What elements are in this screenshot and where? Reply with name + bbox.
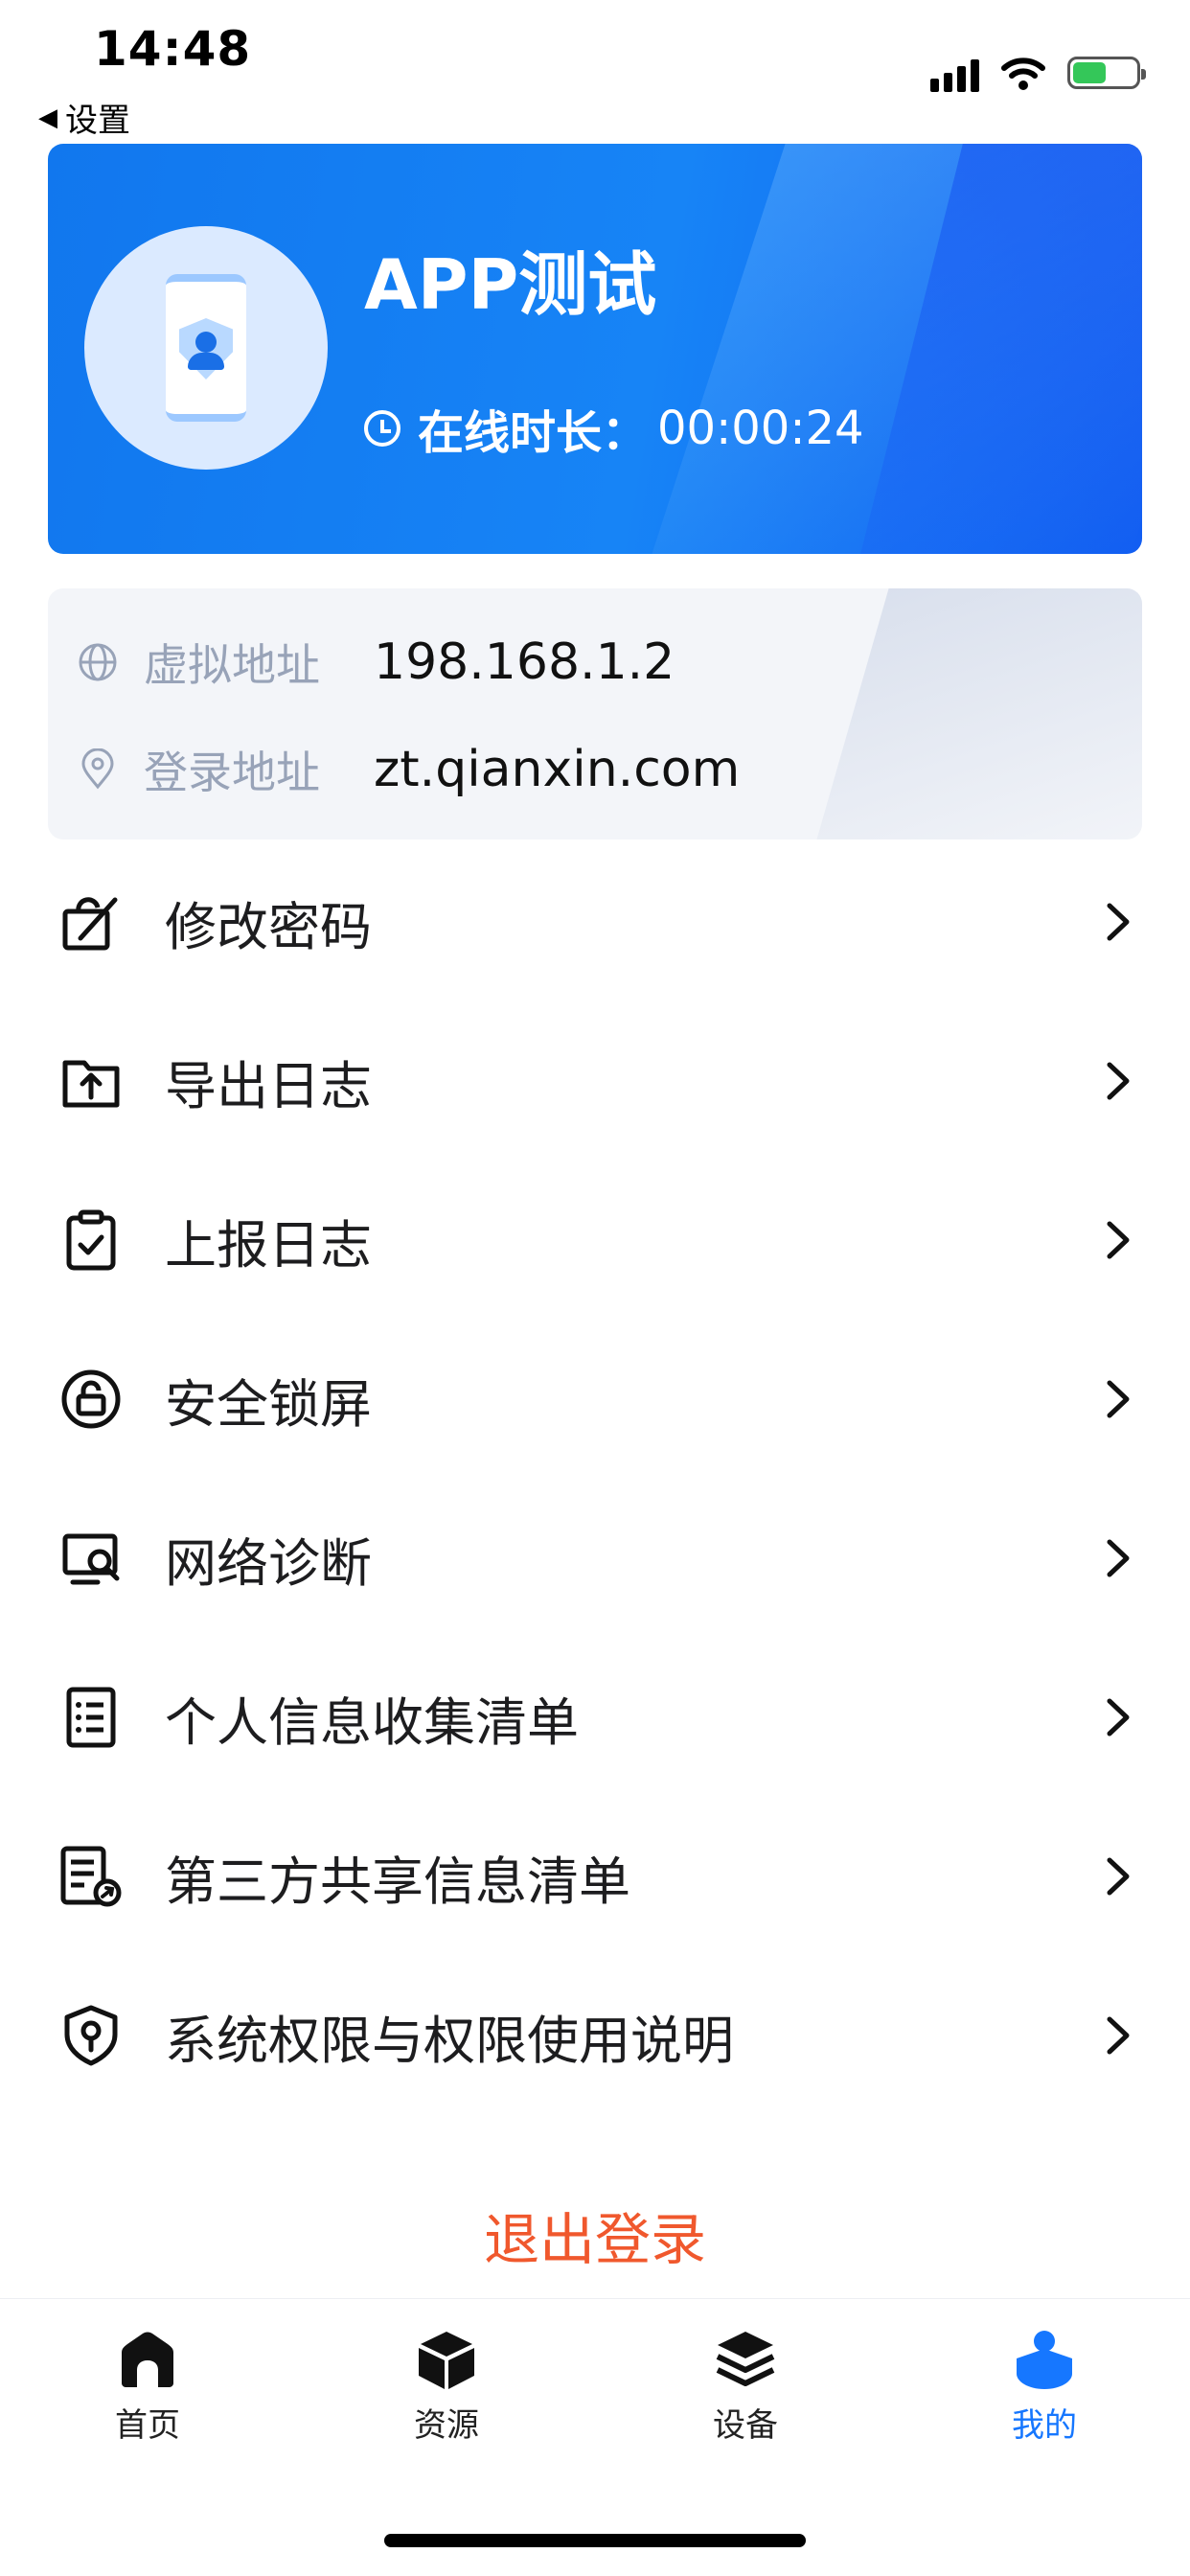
network-diagnosis-icon: [62, 1533, 120, 1585]
chevron-right-icon: [1107, 1221, 1130, 1259]
tab-devices[interactable]: 设备: [669, 2328, 822, 2446]
shield-key-icon: [64, 2005, 118, 2066]
menu-item-system-permissions[interactable]: 系统权限与权限使用说明: [48, 1959, 1142, 2112]
virtual-address-row: 虚拟地址 198.168.1.2: [77, 631, 675, 694]
box-icon: [419, 2332, 474, 2389]
online-duration: 在线时长： 00:00:24: [364, 395, 864, 462]
tab-resources[interactable]: 资源: [370, 2328, 523, 2446]
battery-icon: [1067, 57, 1146, 89]
avatar: [84, 226, 328, 470]
logout-button[interactable]: 退出登录: [0, 2195, 1190, 2275]
address-info-box: 虚拟地址 198.168.1.2 登录地址 zt.qianxin.com: [48, 588, 1142, 840]
layers-icon: [716, 2332, 775, 2386]
phone-shield-icon: [166, 274, 246, 422]
menu-item-label: 安全锁屏: [165, 1373, 372, 1435]
shared-list-icon: [60, 1846, 122, 1907]
chevron-right-icon: [1107, 903, 1130, 941]
tab-home[interactable]: 首页: [71, 2328, 224, 2446]
login-address-row: 登录地址 zt.qianxin.com: [77, 738, 740, 801]
back-label: 设置: [65, 102, 130, 140]
status-icons: [930, 54, 1146, 92]
home-indicator: [384, 2534, 806, 2547]
menu-item-label: 修改密码: [165, 896, 372, 957]
profile-name: APP测试: [364, 244, 657, 325]
tab-mine[interactable]: 我的: [968, 2328, 1121, 2446]
menu-item-network-diagnosis[interactable]: 网络诊断: [48, 1482, 1142, 1635]
menu-item-label: 第三方共享信息清单: [165, 1851, 630, 1912]
tab-label: 资源: [414, 2406, 479, 2445]
wifi-icon: [1001, 58, 1045, 90]
virtual-address-label: 虚拟地址: [144, 639, 320, 691]
menu-item-label: 系统权限与权限使用说明: [165, 2010, 734, 2071]
back-to-settings-button[interactable]: ◀ 设置: [38, 94, 130, 141]
lock-screen-icon: [61, 1369, 121, 1429]
menu-item-report-log[interactable]: 上报日志: [48, 1163, 1142, 1317]
virtual-address-value: 198.168.1.2: [374, 633, 675, 691]
tab-label: 首页: [115, 2406, 180, 2445]
chevron-right-icon: [1107, 1857, 1130, 1896]
menu-item-export-log[interactable]: 导出日志: [48, 1004, 1142, 1158]
chevron-right-icon: [1107, 1380, 1130, 1418]
login-address-label: 登录地址: [144, 747, 320, 798]
chevron-right-icon: [1107, 2016, 1130, 2055]
chevron-right-icon: [1107, 1539, 1130, 1577]
profile-icon: [1017, 2331, 1072, 2389]
home-icon: [122, 2332, 173, 2387]
menu-item-personal-info-list[interactable]: 个人信息收集清单: [48, 1641, 1142, 1794]
menu-item-label: 网络诊断: [165, 1532, 372, 1594]
report-log-icon: [66, 1209, 116, 1271]
chevron-right-icon: [1107, 1698, 1130, 1736]
back-triangle-icon: ◀: [38, 103, 57, 132]
chevron-right-icon: [1107, 1062, 1130, 1100]
status-time: 14:48: [94, 21, 252, 77]
clock-icon: [364, 410, 400, 447]
menu-item-label: 导出日志: [165, 1055, 372, 1116]
online-duration-label: 在线时长：: [418, 406, 649, 460]
globe-icon: [79, 643, 117, 681]
menu-item-label: 个人信息收集清单: [165, 1691, 579, 1753]
online-duration-value: 00:00:24: [657, 402, 864, 455]
edit-password-icon: [62, 897, 118, 951]
document-list-icon: [66, 1687, 116, 1748]
menu-item-third-party-share-list[interactable]: 第三方共享信息清单: [48, 1800, 1142, 1953]
export-log-icon: [62, 1060, 120, 1108]
signal-icon: [930, 54, 979, 92]
menu-item-label: 上报日志: [165, 1214, 372, 1276]
menu-item-change-password[interactable]: 修改密码: [48, 845, 1142, 999]
profile-card: APP测试 在线时长： 00:00:24: [48, 144, 1142, 554]
menu-item-lock-screen[interactable]: 安全锁屏: [48, 1322, 1142, 1476]
login-address-value: zt.qianxin.com: [374, 741, 741, 798]
tab-label: 我的: [1012, 2406, 1077, 2445]
tab-label: 设备: [713, 2406, 778, 2445]
location-pin-icon: [81, 748, 114, 790]
bottom-tab-bar: 首页 资源 设备 我的: [0, 2298, 1190, 2491]
